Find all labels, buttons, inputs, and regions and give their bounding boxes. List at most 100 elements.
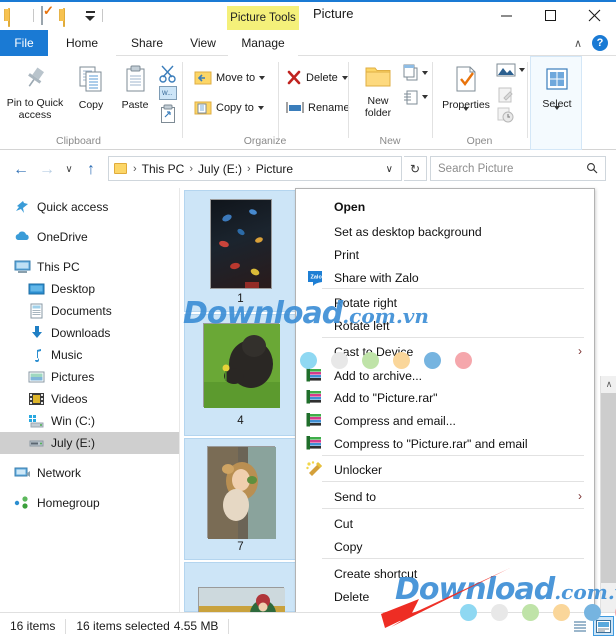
folder-icon[interactable]: [63, 6, 81, 27]
open-with-caret-icon[interactable]: [519, 68, 525, 72]
minimize-button[interactable]: [484, 0, 528, 30]
new-folder-button[interactable]: New folder: [356, 64, 400, 119]
properties-caret-icon[interactable]: [463, 107, 469, 123]
file-tile-4[interactable]: 4: [184, 314, 297, 436]
copy-to-button[interactable]: Copy to: [194, 100, 264, 116]
context-menu-item-cut[interactable]: Cut: [296, 511, 594, 536]
properties-button[interactable]: Properties: [436, 64, 496, 123]
window-title: Picture: [313, 6, 354, 21]
paste-shortcut-button[interactable]: [159, 104, 177, 129]
thumbnail-girl-curly-hair: [206, 446, 276, 539]
context-menu-separator-6: [322, 558, 584, 559]
vertical-scrollbar[interactable]: ∧ ∨: [600, 376, 616, 639]
path-dropdown-icon[interactable]: ∨: [386, 164, 393, 175]
context-menu-item-delete[interactable]: Delete: [296, 584, 594, 609]
delete-icon: [287, 70, 301, 85]
maximize-button[interactable]: [528, 0, 572, 30]
copy-path-button[interactable]: W...: [159, 86, 177, 105]
ribbon-group-select[interactable]: Select: [530, 56, 582, 150]
tab-share[interactable]: Share: [116, 30, 178, 56]
breadcrumb-this-pc[interactable]: This PC: [140, 162, 187, 176]
sidebar-item-pictures[interactable]: Pictures: [0, 366, 179, 388]
context-menu-item-print[interactable]: Print: [296, 242, 594, 267]
move-to-button[interactable]: Move to: [194, 70, 266, 86]
copy-to-caret-icon[interactable]: [257, 106, 264, 110]
context-menu-item-compress-and-email[interactable]: Compress and email...: [296, 408, 594, 433]
context-menu-item-unlocker[interactable]: Unlocker: [296, 457, 594, 482]
sidebar-item-july-e[interactable]: July (E:): [0, 432, 179, 454]
forward-button[interactable]: →: [36, 159, 58, 181]
file-tile-partial[interactable]: [184, 562, 297, 612]
context-menu-item-copy[interactable]: Copy: [296, 534, 594, 559]
refresh-button[interactable]: ↻: [404, 156, 427, 181]
address-path-box[interactable]: › This PC › July (E:) › Picture ∨: [108, 156, 402, 181]
move-to-caret-icon[interactable]: [259, 76, 266, 80]
sidebar-label: Videos: [51, 392, 88, 406]
large-icons-view-button[interactable]: [593, 616, 614, 636]
sidebar-item-downloads[interactable]: Downloads: [0, 322, 179, 344]
tab-home[interactable]: Home: [48, 30, 116, 56]
help-icon[interactable]: ?: [592, 35, 608, 51]
delete-caret-icon[interactable]: [341, 75, 348, 80]
collapse-ribbon-icon[interactable]: ∧: [574, 37, 582, 50]
sidebar-item-win-c[interactable]: Win (C:): [0, 410, 179, 432]
customize-qat-icon[interactable]: [85, 10, 95, 21]
pin-to-quick-access-button[interactable]: Pin to Quick access: [4, 64, 66, 121]
easy-access-button[interactable]: [402, 88, 428, 106]
breadcrumb-july-e[interactable]: July (E:): [196, 162, 244, 176]
title-bar: Picture Tools Picture: [0, 0, 616, 30]
tab-file[interactable]: File: [0, 30, 48, 56]
file-tile-1[interactable]: 1: [184, 190, 297, 312]
qat-divider-2: [102, 8, 103, 22]
context-menu-item-share-with-zalo[interactable]: Zalo Share with Zalo: [296, 265, 594, 290]
details-view-button[interactable]: [570, 616, 591, 636]
sidebar-item-quick-access[interactable]: Quick access: [0, 196, 179, 218]
history-button[interactable]: [497, 106, 515, 129]
context-menu-item-cast-to-device[interactable]: Cast to Device ›: [296, 339, 594, 364]
sidebar-item-this-pc[interactable]: This PC: [0, 256, 179, 278]
context-menu-item-add-to-picture-rar[interactable]: Add to "Picture.rar": [296, 385, 594, 410]
select-button[interactable]: Select: [533, 65, 581, 122]
open-with-button[interactable]: [496, 62, 525, 78]
new-folder-icon[interactable]: [8, 6, 26, 27]
context-menu-item-compress-to-picture-rar-and-email[interactable]: Compress to "Picture.rar" and email: [296, 431, 594, 456]
breadcrumb-picture[interactable]: Picture: [254, 162, 295, 176]
open-group-label: Open: [466, 135, 493, 147]
recent-locations-button[interactable]: ∨: [58, 159, 80, 181]
close-button[interactable]: [572, 0, 616, 30]
easy-access-caret-icon[interactable]: [422, 95, 428, 99]
rename-button[interactable]: Rename: [286, 100, 350, 115]
sidebar-item-onedrive[interactable]: OneDrive: [0, 226, 179, 248]
context-menu-item-rotate-right[interactable]: Rotate right: [296, 290, 594, 315]
tab-manage[interactable]: Manage: [228, 30, 298, 56]
file-tile-label: 7: [237, 541, 244, 553]
search-box[interactable]: Search Picture: [430, 156, 606, 181]
context-menu-item-send-to[interactable]: Send to ›: [296, 484, 594, 509]
tab-view[interactable]: View: [178, 30, 228, 56]
scrollbar-thumb[interactable]: [601, 393, 616, 583]
new-item-button[interactable]: [402, 64, 428, 82]
zalo-icon: Zalo: [306, 269, 324, 286]
up-button[interactable]: ↑: [80, 159, 102, 181]
sidebar-item-network[interactable]: Network: [0, 462, 179, 484]
context-menu-item-set-as-desktop-background[interactable]: Set as desktop background: [296, 219, 594, 244]
delete-button[interactable]: Delete: [286, 70, 348, 85]
sidebar-item-desktop[interactable]: Desktop: [0, 278, 179, 300]
select-caret-icon[interactable]: [554, 106, 560, 122]
context-menu-item-rotate-left[interactable]: Rotate left: [296, 313, 594, 338]
properties-icon[interactable]: [41, 6, 59, 25]
context-menu-separator-1: [322, 288, 584, 289]
copy-button[interactable]: Copy: [70, 64, 112, 111]
new-item-caret-icon[interactable]: [422, 71, 428, 75]
back-button[interactable]: ←: [10, 159, 32, 181]
sidebar-item-music[interactable]: Music: [0, 344, 179, 366]
sidebar-item-videos[interactable]: Videos: [0, 388, 179, 410]
scroll-up-button[interactable]: ∧: [601, 376, 616, 393]
file-tile-7[interactable]: 7: [184, 438, 297, 560]
sidebar-item-documents[interactable]: Documents: [0, 300, 179, 322]
paste-button[interactable]: Paste: [113, 64, 157, 111]
context-menu-item-create-shortcut[interactable]: Create shortcut: [296, 561, 594, 586]
search-icon[interactable]: [586, 162, 598, 177]
context-menu-item-open[interactable]: Open: [296, 194, 594, 219]
sidebar-item-homegroup[interactable]: Homegroup: [0, 492, 179, 514]
